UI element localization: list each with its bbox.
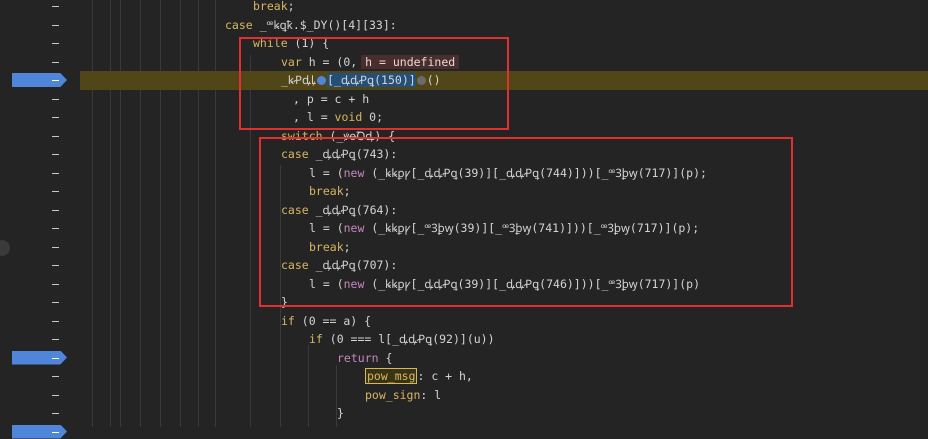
code-line[interactable]: if (0 == a) { (80, 312, 928, 331)
code-token: } (337, 406, 344, 420)
breakpoint-marker[interactable] (12, 73, 67, 87)
line-number-dash[interactable] (52, 265, 59, 266)
line-number-dash[interactable] (52, 135, 59, 137)
line-number-dash[interactable] (52, 376, 59, 377)
line-number-dash[interactable] (52, 117, 59, 118)
code-line[interactable]: } (80, 404, 928, 423)
line-number-dash[interactable] (52, 228, 59, 229)
code-token: case (225, 17, 260, 32)
code-token: if (309, 332, 323, 346)
line-number-dash[interactable] (52, 413, 59, 414)
line-number-dash[interactable] (52, 98, 59, 100)
scroll-handle[interactable] (0, 240, 10, 256)
code-token: if (281, 313, 295, 328)
line-number-dash[interactable] (52, 191, 59, 192)
line-number-dash[interactable] (52, 24, 59, 26)
line-number-dash[interactable] (52, 394, 59, 396)
line-number-dash[interactable] (52, 302, 59, 303)
code-token: ()[4][33]: (327, 17, 397, 32)
annotation-box-while (239, 37, 509, 130)
line-number-dash (52, 357, 59, 359)
line-number-dash (52, 431, 59, 433)
code-token: ; (287, 0, 295, 13)
code-line[interactable]: break; (80, 0, 928, 16)
line-number-dash[interactable] (52, 209, 59, 211)
line-number-dash (52, 80, 59, 81)
code-token: { (378, 350, 393, 365)
code-editor[interactable]: break; case _ꟹꝃꝗꝁ.$_DY()[4][33]: while (1)… (80, 0, 928, 427)
code-line[interactable]: return { (80, 349, 928, 368)
code-token: : l (420, 387, 442, 402)
code-token: _ꟹꝃꝗꝁ.$_DY (259, 17, 328, 32)
code-line[interactable]: pow_msg: c + h, (80, 367, 928, 386)
code-token: pow_sign (365, 387, 421, 402)
code-line[interactable]: pow_sign: l (80, 386, 928, 405)
code-token: break (253, 0, 288, 13)
code-line[interactable]: case _ꟹꝃꝗꝁ.$_DY()[4][33]: (80, 16, 928, 35)
line-number-dash[interactable] (52, 246, 59, 248)
line-number-dash[interactable] (52, 154, 59, 155)
line-number-dash[interactable] (52, 320, 59, 322)
code-token: (0 === l[_ꝱꝱꝒꝗ(92)](u)) (322, 332, 495, 346)
line-gutter[interactable] (0, 0, 80, 439)
code-token: (0 == a) { (294, 313, 372, 328)
line-number-dash[interactable] (52, 339, 59, 340)
line-number-dash[interactable] (52, 61, 59, 63)
breakpoint-marker[interactable] (12, 350, 67, 365)
pow-msg-key[interactable]: pow_msg (365, 368, 418, 384)
code-line[interactable]: if (0 === l[_ꝱꝱꝒꝗ(92)](u)) (80, 330, 928, 349)
line-number-dash[interactable] (52, 283, 59, 285)
annotation-box-switch (259, 137, 793, 307)
line-number-dash[interactable] (52, 6, 59, 7)
line-number-dash[interactable] (52, 172, 59, 174)
line-number-dash[interactable] (52, 43, 59, 44)
code-token: return (337, 350, 379, 365)
code-token: : c + h, (417, 369, 473, 383)
